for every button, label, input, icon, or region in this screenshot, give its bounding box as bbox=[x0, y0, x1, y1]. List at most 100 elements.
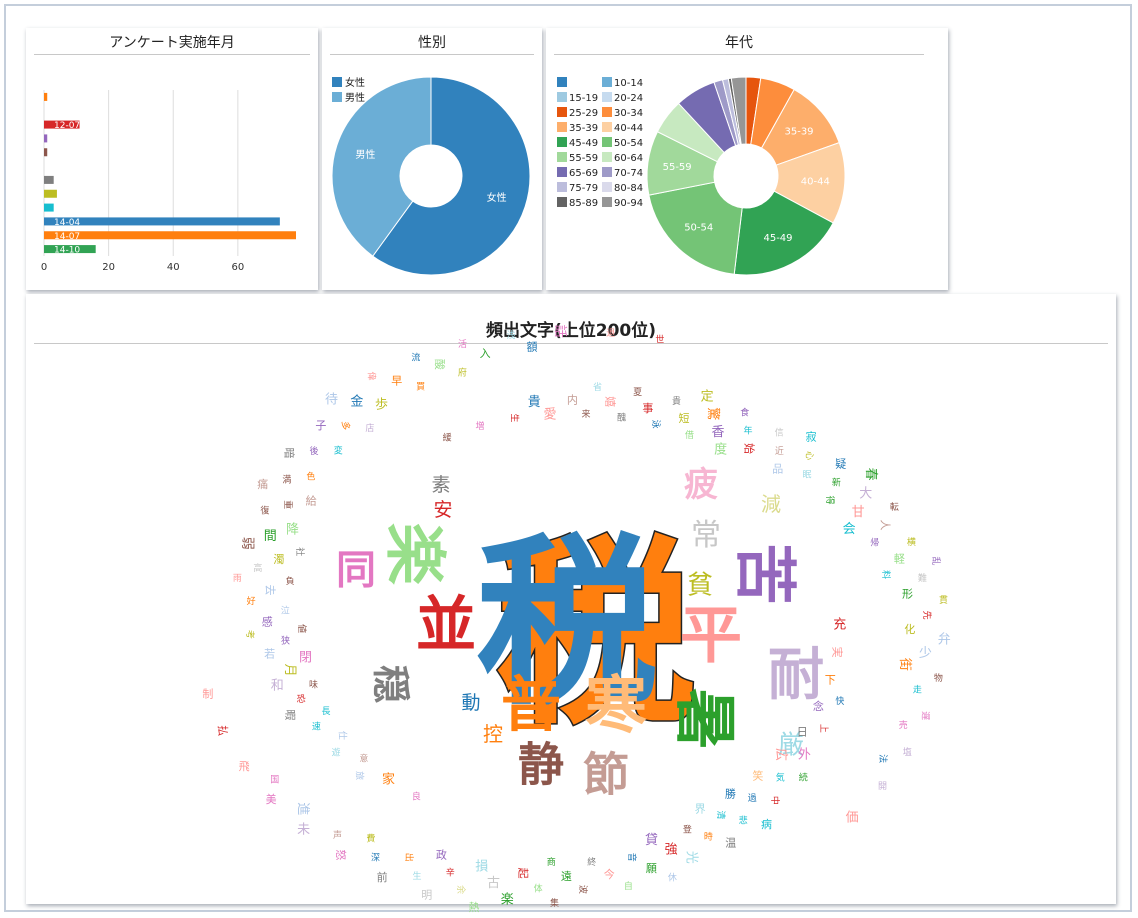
word-cloud-word: 悲 bbox=[739, 814, 748, 826]
word-cloud-word: 楽 bbox=[379, 523, 452, 585]
word-cloud-word: 寒 bbox=[585, 668, 647, 741]
word-cloud-word: 恐 bbox=[297, 694, 306, 705]
word-cloud-word: 物 bbox=[934, 672, 943, 684]
word-cloud-word: 政 bbox=[436, 847, 447, 861]
word-cloud-word: 制 bbox=[202, 687, 213, 700]
word-cloud-word: 波 bbox=[577, 885, 589, 894]
word-cloud-word: 家 bbox=[382, 771, 395, 787]
word-cloud-word: 音 bbox=[626, 853, 638, 862]
survey-date-bar-chart: 0 20 40 60 12-07 14-04 14-07 14-10 bbox=[41, 90, 296, 273]
word-cloud-word: 入 bbox=[480, 347, 491, 360]
word-cloud-word: 節 bbox=[583, 748, 629, 802]
word-cloud-word: 暑 bbox=[669, 688, 742, 750]
legend-swatch bbox=[602, 152, 612, 162]
word-cloud-word: 良 bbox=[412, 791, 421, 803]
word-cloud-word: 今 bbox=[604, 867, 615, 881]
word-cloud-word: 化 bbox=[904, 622, 915, 636]
word-cloud-word: 費 bbox=[366, 833, 375, 845]
legend-label: 女性 bbox=[345, 76, 365, 89]
word-cloud-word: 仕 bbox=[337, 731, 349, 740]
legend-label: 15-19 bbox=[569, 93, 598, 104]
word-cloud-word: 実 bbox=[830, 647, 844, 658]
legend-swatch bbox=[557, 167, 567, 177]
word-cloud-word: 眠 bbox=[802, 469, 811, 480]
slice-label: 40-44 bbox=[801, 177, 830, 188]
word-cloud-word: 開 bbox=[878, 781, 887, 792]
legend-swatch bbox=[557, 77, 567, 87]
word-cloud-word: 貴 bbox=[672, 395, 681, 407]
word-cloud-word: 来 bbox=[581, 409, 590, 420]
word-cloud-word: 軽 bbox=[894, 553, 905, 566]
word-cloud-word: 嬉 bbox=[604, 396, 618, 407]
legend-swatch bbox=[557, 152, 567, 162]
word-cloud-word: 自 bbox=[624, 880, 633, 892]
word-cloud-word: 早 bbox=[391, 374, 402, 387]
word-cloud-word: 甘 bbox=[852, 505, 865, 520]
word-cloud-word: 緩 bbox=[443, 431, 452, 443]
word-cloud-word: 雨 bbox=[233, 573, 242, 584]
word-cloud-word: 内 bbox=[567, 393, 578, 407]
word-cloud-word: 子 bbox=[315, 419, 326, 432]
word-cloud-word: 苦 bbox=[729, 543, 802, 605]
word-cloud-word: 速 bbox=[312, 722, 321, 733]
word-cloud-word: 弱 bbox=[240, 537, 255, 550]
word-cloud-word: 定 bbox=[701, 390, 714, 405]
word-cloud-word: 進 bbox=[295, 802, 310, 815]
word-cloud-word: 近 bbox=[775, 445, 784, 457]
legend-swatch bbox=[332, 92, 342, 102]
word-cloud-word: 価 bbox=[846, 811, 859, 826]
word-cloud-word: 長 bbox=[321, 706, 330, 717]
slice-label: 女性 bbox=[487, 191, 507, 204]
word-cloud-word: 借 bbox=[685, 429, 694, 441]
word-cloud-word: 世 bbox=[655, 334, 664, 346]
legend-swatch bbox=[602, 137, 612, 147]
word-cloud-word: 乱 bbox=[930, 557, 941, 566]
word-cloud-word: 飛 bbox=[239, 760, 250, 773]
word-cloud-word: 日 bbox=[797, 725, 808, 738]
gender-donut-chart: 女性男性女性男性 bbox=[331, 76, 531, 276]
word-cloud-word: 短 bbox=[678, 411, 689, 425]
legend-swatch bbox=[602, 167, 612, 177]
legend-label: 35-39 bbox=[569, 123, 598, 134]
word-cloud-word: 流 bbox=[411, 352, 420, 364]
word-cloud-word: 未 bbox=[297, 822, 310, 837]
word-cloud-word: 得 bbox=[824, 496, 836, 505]
legend-label: 40-44 bbox=[614, 123, 643, 134]
legend-label: 65-69 bbox=[569, 168, 598, 179]
word-cloud-word: 体 bbox=[534, 883, 543, 895]
x-tick-label: 0 bbox=[41, 262, 47, 273]
word-cloud-word: 感 bbox=[262, 616, 273, 629]
word-cloud-word: 貴 bbox=[528, 395, 541, 410]
bar bbox=[44, 175, 54, 184]
word-cloud-word: 話 bbox=[552, 325, 568, 338]
word-cloud-word: 外 bbox=[798, 748, 811, 763]
word-cloud-word: 大 bbox=[859, 487, 872, 502]
word-cloud-word: 出 bbox=[403, 853, 415, 862]
slice-label: 50-54 bbox=[684, 222, 713, 233]
word-cloud-word: 広 bbox=[773, 748, 788, 761]
word-cloud-word: 上 bbox=[818, 724, 829, 733]
word-cloud-word: 法 bbox=[877, 754, 889, 763]
word-cloud-word: 減 bbox=[761, 492, 781, 516]
word-cloud-word: 下 bbox=[825, 674, 836, 687]
word-cloud-word: 好 bbox=[247, 595, 256, 607]
word-cloud-word: 醜 bbox=[617, 411, 626, 423]
word-cloud-word: 考 bbox=[244, 630, 255, 639]
word-cloud-word: 暗 bbox=[282, 448, 296, 459]
word-cloud-word: 多 bbox=[340, 421, 352, 430]
word-cloud-word: 活 bbox=[458, 338, 467, 350]
legend-label: 20-24 bbox=[614, 93, 643, 104]
word-cloud-word: 痛 bbox=[257, 477, 268, 491]
word-cloud-word: 生 bbox=[508, 413, 520, 422]
legend-label: 30-34 bbox=[614, 108, 643, 119]
bar bbox=[44, 148, 48, 157]
word-cloud-word: 暇 bbox=[283, 709, 296, 720]
word-cloud-word: 給 bbox=[306, 494, 317, 508]
word-cloud-word: 狭 bbox=[281, 635, 290, 647]
word-cloud-word: 間 bbox=[264, 529, 277, 544]
word-cloud-word: 売 bbox=[899, 719, 908, 731]
word-cloud-word: 勝 bbox=[725, 787, 736, 801]
word-cloud-word: 難 bbox=[918, 572, 927, 584]
word-cloud-word: 寂 bbox=[806, 430, 817, 444]
bar-label: 14-04 bbox=[54, 218, 80, 228]
